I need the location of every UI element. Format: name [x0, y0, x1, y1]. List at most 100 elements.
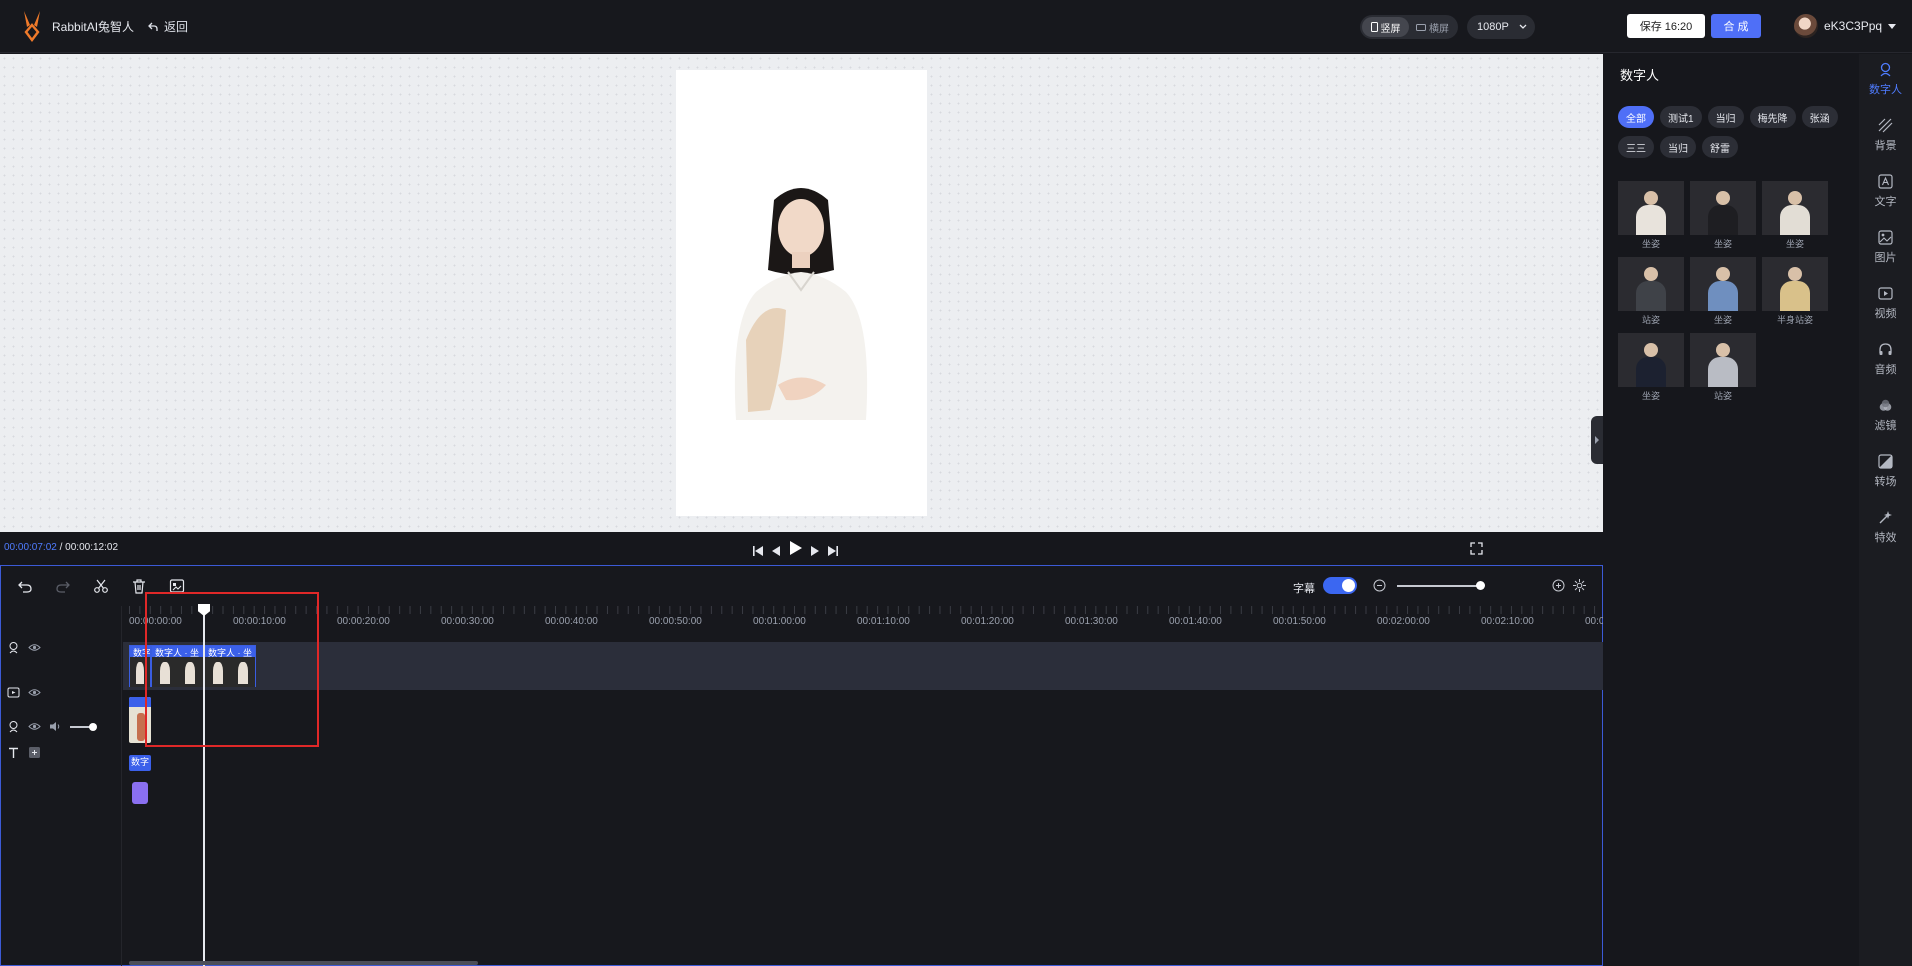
resolution-select[interactable]: 1080P — [1467, 15, 1535, 39]
avatar-card[interactable]: 站姿 — [1618, 257, 1684, 325]
eye-icon[interactable] — [28, 686, 41, 699]
video-canvas[interactable] — [676, 70, 927, 516]
sidebar-item-image[interactable]: 图片 — [1859, 230, 1912, 265]
avatar-card[interactable]: 坐姿 — [1618, 333, 1684, 401]
eye-icon[interactable] — [28, 720, 41, 733]
avatar-card[interactable]: 坐姿 — [1690, 181, 1756, 249]
track-header-avatar — [7, 641, 41, 654]
category-chip[interactable]: 全部 — [1618, 106, 1654, 128]
category-chip[interactable]: 三三 — [1618, 136, 1654, 158]
monitor-icon — [1416, 23, 1426, 31]
zoom-slider[interactable] — [1397, 585, 1481, 587]
ruler-tick: 00:00:50:00 — [649, 616, 702, 627]
ruler-tick: 00:01:20:00 — [961, 616, 1014, 627]
sidebar-item-audio[interactable]: 音频 — [1859, 342, 1912, 377]
resolution-value: 1080P — [1477, 21, 1509, 33]
track-headers — [1, 606, 122, 966]
ruler-tick: 00:01:40:00 — [1169, 616, 1222, 627]
avatar-card[interactable]: 站姿 — [1690, 333, 1756, 401]
timeline-scrollbar[interactable] — [129, 961, 478, 965]
digital-human-preview[interactable] — [716, 180, 886, 420]
back-button[interactable]: 返回 — [148, 18, 188, 35]
skip-end-icon[interactable] — [828, 545, 838, 557]
ruler-tick: 00:02:00:00 — [1377, 616, 1430, 627]
current-time: 00:00:07:02 — [4, 542, 57, 553]
voice-clip[interactable]: 数字 — [129, 755, 151, 771]
playback-controls — [753, 541, 838, 560]
zoom-slider-handle[interactable] — [1476, 581, 1485, 590]
subtitle-toggle[interactable] — [1323, 577, 1357, 594]
landscape-option[interactable]: 横屏 — [1409, 17, 1456, 37]
play-icon — [790, 541, 802, 555]
user-menu[interactable]: eK3C3Ppq — [1794, 14, 1897, 38]
step-forward-icon[interactable] — [810, 545, 820, 557]
skip-start-icon[interactable] — [753, 545, 763, 557]
avatar-thumbnail — [1690, 257, 1756, 311]
sidebar-item-label: 背景 — [1874, 140, 1897, 152]
save-button[interactable]: 保存 16:20 — [1627, 14, 1705, 38]
category-chip[interactable]: 当归 — [1707, 106, 1744, 128]
category-chip[interactable]: 当归 — [1660, 136, 1696, 158]
sidebar-item-video[interactable]: 视频 — [1859, 286, 1912, 321]
avatar-card[interactable]: 坐姿 — [1690, 257, 1756, 325]
panel-collapse-handle[interactable] — [1591, 416, 1603, 464]
portrait-option[interactable]: 竖屏 — [1362, 17, 1409, 37]
sidebar-item-background[interactable]: 背景 — [1859, 118, 1912, 153]
fit-timeline-icon[interactable] — [1573, 579, 1586, 592]
text-track-icon — [9, 747, 18, 758]
undo-icon[interactable] — [17, 578, 33, 594]
category-chip[interactable]: 梅先降 — [1749, 106, 1796, 128]
caret-down-icon — [1888, 23, 1897, 29]
category-filters: 全部 测试1 当归 梅先降 张涵 三三 当归 舒雷 — [1618, 106, 1848, 158]
sidebar-item-label: 音频 — [1874, 364, 1897, 376]
avatar-card[interactable]: 半身站姿 — [1762, 257, 1828, 325]
transition-icon — [1878, 454, 1893, 469]
avatar-card[interactable]: 坐姿 — [1762, 181, 1828, 249]
compose-button[interactable]: 合 成 — [1711, 14, 1761, 38]
scissors-icon[interactable] — [93, 578, 109, 594]
category-chip[interactable]: 张涵 — [1801, 106, 1838, 128]
back-arrow-icon — [148, 22, 158, 31]
step-back-icon[interactable] — [771, 545, 781, 557]
track-header-video — [7, 686, 41, 699]
sidebar-item-transition[interactable]: 转场 — [1859, 454, 1912, 489]
track-header-voice — [7, 720, 97, 733]
sidebar-item-avatar[interactable]: 数字人 — [1859, 62, 1912, 97]
sidebar-item-text[interactable]: 文字 — [1859, 174, 1912, 209]
phone-icon — [1370, 22, 1378, 32]
sidebar-item-effects[interactable]: 特效 — [1859, 510, 1912, 545]
sidebar-item-label: 文字 — [1874, 196, 1897, 208]
avatar-thumbnail — [1618, 181, 1684, 235]
time-ruler[interactable]: 00:00:00:00 00:00:10:00 00:00:20:00 00:0… — [129, 606, 1604, 628]
effects-icon — [1879, 511, 1892, 524]
speaker-icon[interactable] — [49, 720, 62, 733]
subtitle-label: 字幕 — [1293, 583, 1315, 595]
eye-icon[interactable] — [28, 641, 41, 654]
avatar-card[interactable]: 坐姿 — [1618, 181, 1684, 249]
video-icon — [1878, 287, 1893, 300]
portrait-label: 竖屏 — [1380, 23, 1401, 35]
annotation-box — [145, 592, 319, 747]
category-chip[interactable]: 舒雷 — [1702, 136, 1738, 158]
avatar-grid: 坐姿 坐姿 坐姿 站姿 坐姿 半身站姿 坐姿 站姿 — [1618, 181, 1848, 401]
add-text-icon[interactable] — [28, 746, 41, 759]
zoom-in-icon[interactable] — [1552, 579, 1565, 592]
rabbit-logo-icon[interactable] — [18, 9, 46, 43]
zoom-out-icon[interactable] — [1373, 579, 1386, 592]
brand-name: RabbitAI兔智人 — [52, 20, 135, 34]
total-time: 00:00:12:02 — [65, 542, 118, 553]
chevron-down-icon — [1519, 24, 1527, 29]
text-clip[interactable] — [132, 782, 148, 804]
fullscreen-icon[interactable] — [1470, 542, 1483, 555]
redo-icon[interactable] — [55, 578, 71, 594]
volume-slider[interactable] — [70, 722, 97, 731]
text-icon — [1878, 174, 1893, 189]
play-button[interactable] — [789, 541, 802, 560]
avatar-track-icon — [9, 642, 18, 654]
avatar-thumbnail — [1618, 257, 1684, 311]
category-chip[interactable]: 测试1 — [1660, 106, 1702, 128]
background-icon — [1878, 118, 1893, 133]
sidebar-item-filter[interactable]: 滤镜 — [1859, 398, 1912, 433]
avatar-label: 坐姿 — [1641, 391, 1660, 401]
preview-stage — [0, 54, 1603, 532]
